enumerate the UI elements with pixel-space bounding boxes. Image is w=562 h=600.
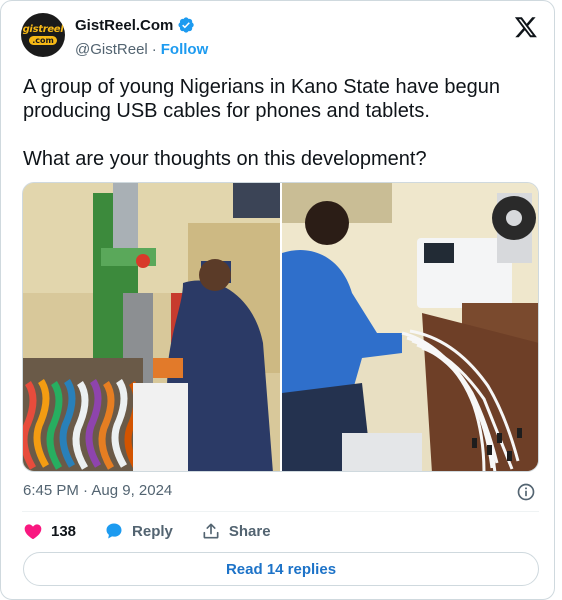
tweet-card: gistreel .com GistReel.Com @GistReel · Fol… (0, 0, 555, 600)
verified-badge-icon (178, 17, 195, 33)
divider (22, 511, 539, 512)
avatar-text-bottom: .com (29, 36, 57, 45)
author-display-name[interactable]: GistReel.Com (75, 17, 173, 34)
like-count: 138 (51, 522, 77, 540)
reply-label: Reply (132, 522, 173, 540)
left-photo-image (23, 183, 280, 471)
right-photo[interactable] (282, 183, 538, 471)
handle-separator: · (151, 41, 157, 58)
media-grid (22, 182, 539, 472)
share-button[interactable]: Share (201, 521, 271, 541)
author-handle-row: @GistReel · Follow (75, 41, 208, 58)
share-label: Share (228, 522, 271, 540)
avatar[interactable]: gistreel .com (21, 13, 65, 57)
like-button[interactable]: 138 (23, 521, 76, 541)
x-logo-icon[interactable] (514, 15, 538, 39)
author-handle[interactable]: @GistReel (75, 41, 148, 58)
reply-bubble-icon (106, 523, 122, 539)
read-replies-button[interactable]: Read 14 replies (23, 552, 539, 586)
tweet-text: A group of young Nigerians in Kano State… (23, 76, 501, 170)
share-icon (203, 523, 219, 539)
left-photo[interactable] (23, 183, 280, 471)
heart-icon (24, 524, 42, 539)
info-icon[interactable] (516, 482, 536, 502)
action-bar: 138 Reply Share (23, 521, 299, 541)
follow-button[interactable]: Follow (161, 41, 209, 58)
right-photo-image (282, 183, 538, 471)
reply-button[interactable]: Reply (104, 521, 173, 541)
tweet-timestamp[interactable]: 6:45 PM · Aug 9, 2024 (23, 482, 172, 499)
avatar-text-top: gistreel (22, 24, 64, 35)
author-name-row: GistReel.Com (75, 16, 195, 34)
